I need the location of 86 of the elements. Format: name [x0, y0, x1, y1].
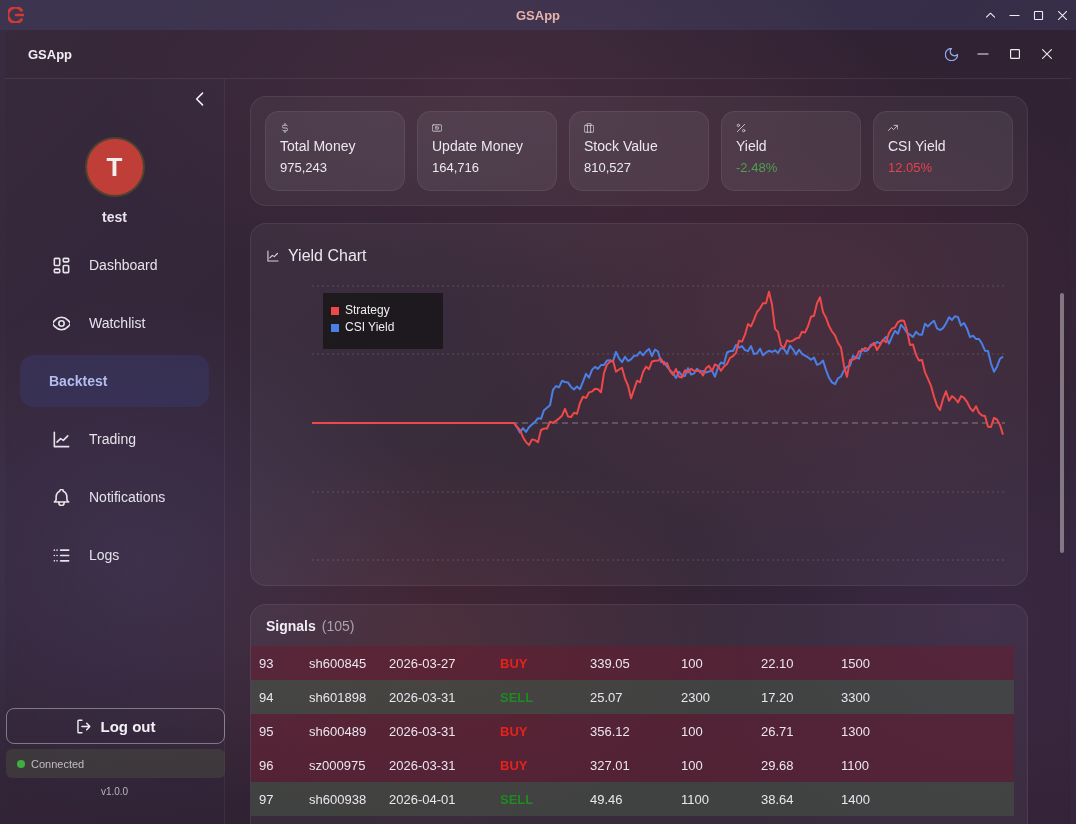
stat-value: 810,527 — [584, 160, 631, 176]
app-logo-icon — [8, 7, 24, 23]
table-cell: 93 — [259, 655, 274, 671]
table-cell: 1100 — [841, 757, 869, 773]
nav-item[interactable]: Backtest — [20, 355, 209, 407]
signal-action: SELL — [500, 689, 534, 705]
table-cell: 327.01 — [590, 757, 630, 773]
table-cell: 26.71 — [761, 723, 794, 739]
table-cell: sh600845 — [309, 655, 367, 671]
section-title: Signals — [266, 617, 316, 634]
bell-icon — [53, 488, 70, 506]
eye-icon — [53, 314, 70, 332]
chevron-up-icon — [984, 9, 996, 21]
table-cell: 3300 — [841, 689, 870, 705]
percent-icon — [736, 123, 746, 133]
table-cell: sh600489 — [309, 723, 367, 739]
close-icon — [1056, 9, 1068, 21]
list-icon — [53, 546, 70, 564]
table-cell: 94 — [259, 689, 274, 705]
nav-item[interactable]: Logs — [20, 529, 209, 581]
briefcase-icon — [584, 123, 594, 133]
stat-label: Update Money — [432, 137, 524, 155]
table-cell: 25.07 — [590, 689, 623, 705]
logout-icon — [75, 718, 91, 734]
table-cell: 1300 — [841, 723, 870, 739]
nav-item[interactable]: Notifications — [20, 471, 209, 523]
table-cell: 96 — [259, 757, 274, 773]
stat-value: -2.48% — [736, 160, 778, 176]
status-label: Connected — [31, 757, 85, 770]
banknote-icon — [432, 123, 442, 133]
dashboard-icon — [53, 256, 70, 274]
signal-action: BUY — [500, 655, 528, 671]
chart-title: Yield Chart — [288, 246, 367, 266]
table-cell: sh601898 — [309, 689, 367, 705]
stat-label: Stock Value — [584, 137, 658, 155]
table-cell: 356.12 — [590, 723, 630, 739]
user-name: test — [102, 208, 127, 227]
scrollbar-thumb[interactable] — [1060, 293, 1064, 553]
stat-value: 975,243 — [280, 160, 327, 176]
maximize-icon — [1009, 48, 1021, 60]
table-cell: 100 — [681, 655, 703, 671]
nav-item[interactable]: Watchlist — [20, 297, 209, 349]
stat-value: 12.05% — [888, 160, 933, 176]
logout-button[interactable]: Log out — [6, 708, 225, 744]
signal-action: SELL — [500, 791, 534, 807]
table-cell: 2026-03-31 — [389, 689, 456, 705]
table-cell: 22.10 — [761, 655, 794, 671]
table-cell: 17.20 — [761, 689, 794, 705]
table-cell: 29.68 — [761, 757, 794, 773]
close-icon — [1041, 48, 1053, 60]
maximize-icon — [1032, 9, 1044, 21]
table-cell: 95 — [259, 723, 274, 739]
stat-label: CSI Yield — [888, 137, 946, 155]
avatar: T — [84, 137, 145, 197]
moon-icon — [944, 47, 958, 61]
table-cell: 100 — [681, 757, 703, 773]
table-cell: 1100 — [681, 791, 709, 807]
table-cell: 1400 — [841, 791, 870, 807]
app-title: GSApp — [28, 46, 73, 62]
window-title: GSApp — [515, 7, 561, 23]
table-cell: 2300 — [681, 689, 710, 705]
table-cell: 2026-04-01 — [389, 791, 456, 807]
table-cell: 38.64 — [761, 791, 794, 807]
nav-item[interactable]: Trading — [20, 413, 209, 465]
line-chart-icon — [53, 430, 70, 448]
table-cell: 49.46 — [590, 791, 623, 807]
signal-count: (105) — [321, 617, 355, 634]
table-cell: 339.05 — [590, 655, 630, 671]
stat-label: Total Money — [280, 137, 356, 155]
table-cell: 2026-03-31 — [389, 723, 456, 739]
dollar-icon — [280, 123, 290, 133]
signal-action: BUY — [500, 723, 528, 739]
table-cell: 1500 — [841, 655, 870, 671]
version-label: v1.0.0 — [99, 785, 130, 799]
signal-action: BUY — [500, 757, 528, 773]
table-cell: sz000975 — [309, 757, 366, 773]
table-cell: 2026-03-27 — [389, 655, 456, 671]
line-chart-icon — [267, 250, 279, 262]
trend-up-icon — [888, 123, 898, 133]
stat-value: 164,716 — [432, 160, 479, 176]
table-cell: 2026-03-31 — [389, 757, 456, 773]
table-cell: 100 — [681, 723, 703, 739]
stat-label: Yield — [736, 137, 767, 155]
nav-item[interactable]: Dashboard — [20, 239, 209, 291]
table-cell: 97 — [259, 791, 274, 807]
table-cell: sh600938 — [309, 791, 367, 807]
